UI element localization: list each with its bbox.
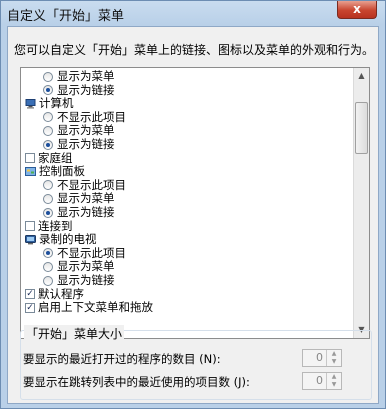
option-label: 显示为菜单 [57,191,115,206]
customize-start-menu-dialog: 自定义「开始」菜单 x 您可以自定义「开始」菜单上的链接、图标以及菜单的外观和行… [0,0,386,409]
radio-icon[interactable] [43,112,53,123]
radio-option[interactable]: 显示为菜单 [43,124,115,137]
recent-programs-spinner[interactable]: 0 ▲ ▼ [302,349,342,367]
list-item: 控制面板 [25,165,85,178]
option-label: 默认程序 [38,286,84,301]
options-list[interactable]: ✓ 启用上下文菜单和拖放 ✓ 默认程序 显示为链接 显示为菜单 不显示此项目 录制的电视 连接到… [20,67,370,339]
close-icon: x [353,2,361,16]
checkbox-checked-icon[interactable]: ✓ [25,289,35,300]
option-label: 显示为链接 [57,273,115,287]
option-label: 家庭组 [38,150,73,165]
checkbox-option[interactable]: 连接到 [25,218,73,233]
computer-icon [25,98,36,109]
radio-option[interactable]: 显示为菜单 [43,192,115,205]
radio-option[interactable]: 显示为菜单 [43,70,115,83]
radio-option[interactable]: 不显示此项目 [43,109,126,124]
option-label: 不显示此项目 [57,177,126,192]
option-label: 录制的电视 [39,232,97,247]
radio-icon[interactable] [43,125,53,136]
start-menu-size-title: 「开始」菜单大小 [24,325,125,342]
option-label: 显示为菜单 [57,259,115,274]
radio-selected-icon[interactable] [43,139,53,150]
jumplist-items-label: 要显示在跳转列表中的最近使用的项目数 (J): [23,375,250,389]
option-label: 启用上下文菜单和拖放 [38,300,153,315]
option-label: 显示为菜单 [57,123,115,138]
recent-programs-value: 0 [316,351,323,364]
checkbox-option[interactable]: ✓ 启用上下文菜单和拖放 [25,301,153,314]
checkbox-option[interactable]: 家庭组 [25,150,73,165]
window-title: 自定义「开始」菜单 [7,9,125,24]
checkbox-icon[interactable] [25,153,35,164]
scroll-thumb[interactable] [355,102,368,154]
jumplist-items-value: 0 [316,374,323,387]
option-label: 计算机 [39,96,74,111]
radio-selected-icon[interactable] [43,248,53,259]
radio-option[interactable]: 不显示此项目 [43,177,126,192]
control-panel-icon [25,166,36,177]
checkbox-option[interactable]: ✓ 默认程序 [25,286,84,301]
option-label: 不显示此项目 [57,109,126,124]
option-label: 显示为菜单 [57,69,115,83]
scrollbar[interactable]: ▲ ▼ [353,68,369,338]
dialog-body: 您可以自定义「开始」菜单上的链接、图标以及菜单的外观和行为。 ✓ 启用上下文菜单和… [7,26,379,404]
radio-option[interactable]: 显示为链接 [43,206,115,219]
description-text: 您可以自定义「开始」菜单上的链接、图标以及菜单的外观和行为。 [14,43,375,57]
option-label: 连接到 [38,218,73,233]
scroll-up-icon[interactable]: ▲ [354,68,369,84]
radio-option[interactable]: 不显示此项目 [43,245,126,260]
list-item: 计算机 [25,97,74,110]
radio-icon[interactable] [43,193,53,204]
radio-selected-icon[interactable] [43,207,53,218]
recent-programs-label: 要显示的最近打开过的程序的数目 (N): [23,352,221,366]
option-label: 显示为链接 [57,82,115,97]
spinner-down-icon[interactable]: ▼ [327,358,341,366]
spinner-up-icon[interactable]: ▲ [327,350,341,358]
tv-icon [25,234,36,245]
spinner-down-icon[interactable]: ▼ [327,381,341,389]
option-label: 显示为链接 [57,205,115,219]
spinner-up-icon[interactable]: ▲ [327,373,341,381]
list-item: 录制的电视 [25,233,97,246]
radio-option[interactable]: 显示为链接 [43,82,115,97]
radio-icon[interactable] [43,180,53,191]
radio-option[interactable]: 显示为菜单 [43,260,115,273]
radio-icon[interactable] [43,275,53,286]
radio-icon[interactable] [43,71,53,82]
jumplist-items-spinner[interactable]: 0 ▲ ▼ [302,372,342,390]
title-bar[interactable]: 自定义「开始」菜单 x [1,1,385,25]
radio-selected-icon[interactable] [43,85,53,96]
option-label: 不显示此项目 [57,245,126,260]
option-label: 显示为链接 [57,137,115,151]
radio-option[interactable]: 显示为链接 [43,138,115,151]
radio-icon[interactable] [43,261,53,272]
close-button[interactable]: x [337,1,377,19]
radio-option[interactable]: 显示为链接 [43,274,115,287]
option-label: 控制面板 [39,164,85,179]
checkbox-icon[interactable] [25,221,35,232]
checkbox-checked-icon[interactable]: ✓ [25,302,35,313]
